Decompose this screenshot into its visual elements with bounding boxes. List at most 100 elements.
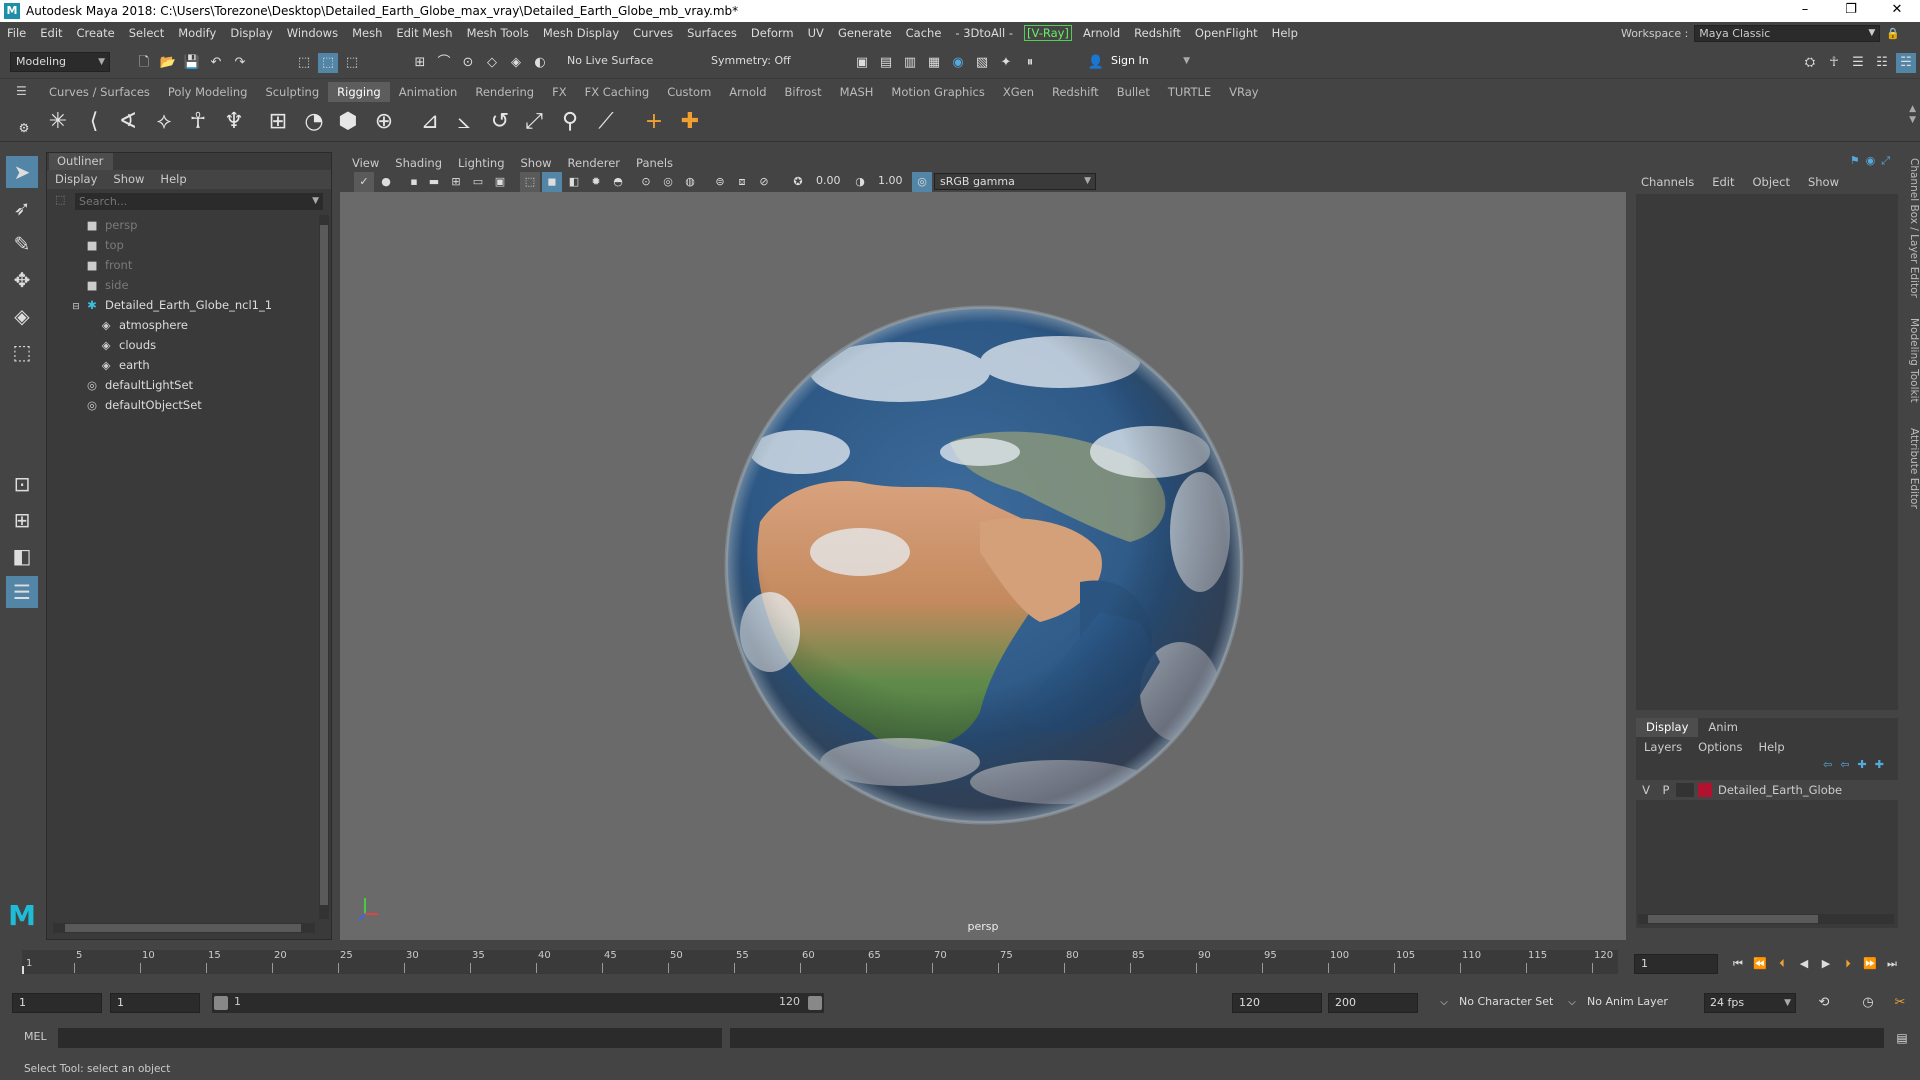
time-ruler[interactable]: 1 5 10 15 20 25 30 35 40 45 50 55 60 65 … [22,950,1618,974]
gamma-icon[interactable]: ◑ [850,172,870,192]
layer-visibility-toggle[interactable]: V [1636,783,1656,797]
snap-live-icon[interactable]: ◐ [530,53,550,73]
loop-icon[interactable]: ⟲ [1814,993,1834,1013]
menu-create[interactable]: Create [70,26,122,40]
aim-constraint-icon[interactable]: ⚲ [556,108,584,136]
shelf-menu-icon[interactable]: ☰ [16,84,30,98]
shadows-icon[interactable]: ◓ [608,172,628,192]
menu-modify[interactable]: Modify [171,26,223,40]
humanik-icon[interactable]: ☥ [184,108,212,136]
minimize-button[interactable]: – [1782,0,1828,22]
pole-vector-icon[interactable]: ⟋ [592,108,620,136]
viewport-menu-panels[interactable]: Panels [628,153,681,173]
image-plane-icon[interactable]: ▬ [424,172,444,192]
menu-surfaces[interactable]: Surfaces [680,26,744,40]
layer-tab-anim[interactable]: Anim [1698,718,1748,737]
playback-start-field[interactable]: 1 [110,993,200,1013]
menu-vray[interactable]: [V-Ray] [1024,25,1072,41]
menu-arnold[interactable]: Arnold [1076,26,1127,40]
fps-dropdown[interactable]: 24 fps ▼ [1704,993,1796,1013]
menu-edit[interactable]: Edit [33,26,69,40]
shelf-tab-poly-modeling[interactable]: Poly Modeling [159,82,257,102]
range-slider[interactable]: 1 120 [212,993,824,1013]
xray-icon[interactable]: ⊙ [636,172,656,192]
grid-toggle-icon[interactable]: ⊞ [446,172,466,192]
channel-menu-edit[interactable]: Edit [1703,172,1743,192]
scale-tool-icon[interactable]: ⬚ [6,336,38,368]
side-tab-channel-box[interactable]: Channel Box / Layer Editor [1904,158,1920,298]
layer-horizontal-scrollbar[interactable] [1638,914,1894,924]
menu-windows[interactable]: Windows [280,26,345,40]
shelf-tab-arnold[interactable]: Arnold [720,82,775,102]
modeling-toolkit-toggle-icon[interactable]: ⛭ [1800,53,1820,73]
shelf-scroll-icon[interactable]: ▲ ▼ [1909,104,1916,126]
auto-key-icon[interactable]: ◷ [1858,993,1878,1013]
go-to-end-icon[interactable]: ⏭ [1882,954,1902,974]
anim-prefs-icon[interactable]: ✂ [1890,993,1910,1013]
viewport-persp[interactable]: persp [340,192,1626,940]
current-frame-field[interactable]: 1 [1634,954,1718,974]
menu-select[interactable]: Select [122,26,171,40]
create-joints-icon[interactable]: ✳ [44,108,72,136]
shelf-tab-bifrost[interactable]: Bifrost [776,82,831,102]
shelf-tab-xgen[interactable]: XGen [994,82,1043,102]
snap-curve-icon[interactable]: ⌒ [434,53,454,73]
pause-render-icon[interactable]: ⏸ [1020,53,1040,73]
menu-display[interactable]: Display [223,26,279,40]
channel-menu-channels[interactable]: Channels [1632,172,1703,192]
humanik-toggle-icon[interactable]: ☥ [1824,53,1844,73]
color-management-icon[interactable]: ◎ [912,172,932,192]
snap-plane-icon[interactable]: ◇ [482,53,502,73]
layer-color-swatch[interactable] [1698,783,1712,797]
shelf-tab-redshift[interactable]: Redshift [1043,82,1108,102]
shelf-tab-motion-graphics[interactable]: Motion Graphics [882,82,993,102]
point-constraint-icon[interactable]: ⦣ [450,108,478,136]
play-backwards-icon[interactable]: ◀ [1794,954,1814,974]
outliner-vertical-scrollbar[interactable] [319,215,329,919]
menu-mesh-display[interactable]: Mesh Display [536,26,626,40]
current-time-marker[interactable] [22,966,24,974]
layer-tab-display[interactable]: Display [1636,718,1699,737]
paint-select-tool-icon[interactable]: ✎ [6,228,38,260]
bind-skin-icon[interactable]: ⟡ [150,108,178,136]
hypershade-icon[interactable]: ◉ [948,53,968,73]
shelf-settings-icon[interactable]: ⚙ [10,114,38,142]
menu-file[interactable]: File [0,26,33,40]
character-set-dropdown[interactable]: No Character Set [1454,993,1576,1013]
outliner-item-clouds[interactable]: ◈ clouds [99,335,157,355]
layer-playback-toggle[interactable]: P [1656,783,1676,797]
shelf-tab-fx-caching[interactable]: FX Caching [576,82,659,102]
anim-layer-icon[interactable]: ⌵ [1562,993,1582,1013]
camera-attributes-icon[interactable]: ● [376,172,396,192]
shelf-tab-turtle[interactable]: TURTLE [1159,82,1220,102]
textured-icon[interactable]: ◧ [564,172,584,192]
script-editor-icon[interactable]: ▤ [1892,1028,1912,1048]
menu-cache[interactable]: Cache [899,26,949,40]
playback-end-field[interactable]: 120 [1232,993,1322,1013]
render-frame-icon[interactable]: ▣ [852,53,872,73]
menu-uv[interactable]: UV [801,26,831,40]
ipr-render-icon[interactable]: ▥ [900,53,920,73]
viewport-menu-lighting[interactable]: Lighting [450,153,512,173]
layer-menu-layers[interactable]: Layers [1636,738,1690,757]
layer-type-toggle[interactable] [1676,783,1694,797]
menu-help[interactable]: Help [1265,26,1305,40]
viewport-menu-view[interactable]: View [344,153,387,173]
channel-menu-show[interactable]: Show [1799,172,1848,192]
scale-constraint-icon[interactable]: ⤢ [520,108,548,136]
remove-influence-icon[interactable]: ✚ [676,108,704,136]
channel-box-toggle-icon[interactable]: ☵ [1896,53,1916,73]
open-scene-icon[interactable]: 📂 [158,53,178,73]
layer-name[interactable]: Detailed_Earth_Globe [1718,783,1842,797]
close-button[interactable]: ✕ [1874,0,1920,22]
shelf-tab-mash[interactable]: MASH [831,82,883,102]
render-settings-icon[interactable]: ▦ [924,53,944,73]
menu-mesh-tools[interactable]: Mesh Tools [460,26,536,40]
outliner-layout-icon[interactable]: ☰ [6,576,38,608]
menu-3dtoall[interactable]: - 3DtoAll - [948,26,1020,40]
anim-layer-dropdown[interactable]: No Anim Layer [1582,993,1682,1013]
menu-openflight[interactable]: OpenFlight [1188,26,1265,40]
shelf-tab-vray[interactable]: VRay [1220,82,1267,102]
view-transform-dropdown[interactable]: sRGB gamma ▼ [934,173,1096,190]
outliner-item-default-light-set[interactable]: ◎ defaultLightSet [85,375,193,395]
